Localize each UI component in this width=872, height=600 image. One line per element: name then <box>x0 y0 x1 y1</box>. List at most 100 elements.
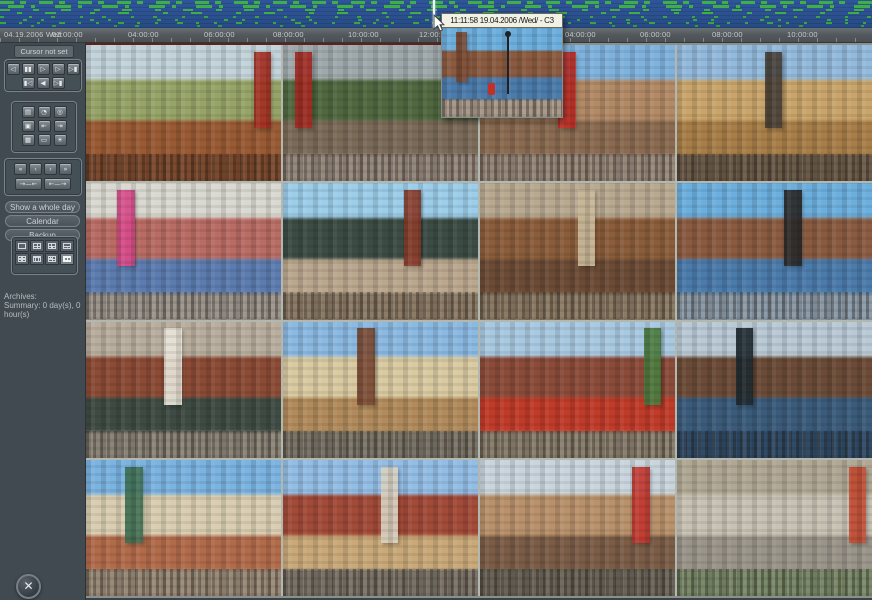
layout-selector <box>15 240 74 265</box>
camera-cell-cam-11[interactable] <box>480 322 675 458</box>
video-out-icon: ◎ <box>57 108 63 116</box>
tools-group: ▤ ◔ ◎ ▣ ⇤ ⇥ ▦ ▭ ☀ <box>11 101 77 153</box>
frame-preview-popup: 11:11:58 19.04.2006 /Wed/ - C3 <box>441 13 563 118</box>
layout-13-icon <box>48 256 56 262</box>
skip-to-start-icon: ▮◁ <box>24 79 33 87</box>
camera-cell-cam-14[interactable] <box>283 460 478 596</box>
ruler-time-label: 02:00:00 <box>52 30 83 39</box>
camera-cell-cam-1[interactable] <box>86 45 281 181</box>
jump-right-button[interactable]: › <box>44 163 57 175</box>
ruler-time-label: 08:00:00 <box>712 30 743 39</box>
video-out-button[interactable]: ◎ <box>54 106 67 118</box>
calendar-button[interactable]: Calendar <box>5 215 80 227</box>
camera-photo <box>283 460 478 596</box>
range-narrow-button[interactable]: →—← <box>15 178 42 190</box>
camera-photo <box>677 322 872 458</box>
jump-left-button[interactable]: ‹ <box>29 163 42 175</box>
layout-16-button[interactable] <box>60 253 74 265</box>
mouse-cursor-icon <box>433 14 445 37</box>
jump-far-left-icon: « <box>19 165 23 173</box>
camera-cell-cam-4[interactable] <box>677 45 872 181</box>
skip-to-end-button[interactable]: ▷▮ <box>52 77 65 89</box>
ruler-time-label: 04:00:00 <box>128 30 159 39</box>
playback-row-2: ▮◁ ◀ ▷▮ <box>5 77 81 89</box>
camera-photo <box>480 183 675 319</box>
camera-cell-cam-16[interactable] <box>677 460 872 596</box>
camera-photo <box>480 460 675 596</box>
cursor-status-label: Cursor not set <box>14 45 74 58</box>
frame-next-button[interactable]: ⇥ <box>54 120 67 132</box>
jump-far-right-icon: » <box>64 165 68 173</box>
layout-8-icon <box>63 243 71 249</box>
camera-cell-cam-5[interactable] <box>86 183 281 319</box>
layout-4-button[interactable] <box>30 240 44 252</box>
layout-10-button[interactable] <box>30 253 44 265</box>
camera-photo <box>86 460 281 596</box>
play-icon: ▷ <box>41 65 46 73</box>
playback-row-1: ◁ ▮▮ ▷ ▷ ▷▮ <box>5 63 81 75</box>
snapshot-button[interactable]: ▤ <box>22 106 35 118</box>
jump-left-icon: ‹ <box>34 165 37 173</box>
camera-cell-cam-6[interactable] <box>283 183 478 319</box>
camera-cell-cam-8[interactable] <box>677 183 872 319</box>
play-fast-icon: ▷ <box>56 65 61 73</box>
lamppost-shape <box>507 35 509 94</box>
brightness-button[interactable]: ☀ <box>54 134 67 146</box>
timeline-activity-row <box>0 5 872 8</box>
jump-far-right-button[interactable]: » <box>59 163 72 175</box>
camera-photo <box>677 45 872 181</box>
layout-1-button[interactable] <box>15 240 29 252</box>
camera-cell-cam-7[interactable] <box>480 183 675 319</box>
layout-6-button[interactable] <box>45 240 59 252</box>
camera-cell-cam-12[interactable] <box>677 322 872 458</box>
layout-9-button[interactable] <box>15 253 29 265</box>
range-widen-button[interactable]: ←—→ <box>44 178 71 190</box>
layout-selector-group <box>11 236 78 275</box>
timeline-activity-row <box>0 9 872 11</box>
show-whole-day-button[interactable]: Show a whole day <box>5 201 80 213</box>
pause-icon: ▮▮ <box>24 65 31 73</box>
frame-prev-icon: ⇤ <box>41 122 46 130</box>
snapshot-icon: ▤ <box>25 108 31 116</box>
camera-photo <box>283 322 478 458</box>
jump-far-left-button[interactable]: « <box>14 163 27 175</box>
osd-button[interactable]: ▭ <box>38 134 51 146</box>
zoom-time-icon: ◔ <box>41 108 47 116</box>
brightness-icon: ☀ <box>57 136 63 144</box>
osd-icon: ▭ <box>41 136 47 144</box>
range-narrow-icon: →—← <box>20 180 37 188</box>
frame-mode-button[interactable]: ▣ <box>22 120 35 132</box>
play-to-end-button[interactable]: ▷▮ <box>67 63 80 75</box>
frame-prev-button[interactable]: ⇤ <box>38 120 51 132</box>
ruler-time-label: 06:00:00 <box>204 30 235 39</box>
layout-9-icon <box>18 256 26 262</box>
frame-next-icon: ⇥ <box>57 122 62 130</box>
camera-photo <box>480 322 675 458</box>
camera-cell-cam-15[interactable] <box>480 460 675 596</box>
print-button[interactable]: ▦ <box>22 134 35 146</box>
camera-cell-cam-13[interactable] <box>86 460 281 596</box>
play-reverse-icon: ◁ <box>11 65 16 73</box>
camera-grid <box>86 43 872 598</box>
close-button[interactable]: ✕ <box>16 574 41 599</box>
play-button[interactable]: ▷ <box>37 63 50 75</box>
tools-row-2: ▣ ⇤ ⇥ <box>12 120 76 132</box>
camera-cell-cam-9[interactable] <box>86 322 281 458</box>
ruler-time-label: 10:00:00 <box>348 30 379 39</box>
step-back-button[interactable]: ◀ <box>37 77 50 89</box>
play-reverse-button[interactable]: ◁ <box>7 63 20 75</box>
dvr-playback-screen: { "timeline": { "tooltip": "11:11:58 19.… <box>0 0 872 600</box>
zoom-time-button[interactable]: ◔ <box>38 106 51 118</box>
camera-cell-cam-10[interactable] <box>283 322 478 458</box>
range-row-1: « ‹ › » <box>5 163 81 175</box>
camera-photo <box>86 322 281 458</box>
play-fast-button[interactable]: ▷ <box>52 63 65 75</box>
layout-13-button[interactable] <box>45 253 59 265</box>
step-back-icon: ◀ <box>41 79 46 87</box>
layout-10-icon <box>33 256 41 262</box>
skip-to-start-button[interactable]: ▮◁ <box>22 77 35 89</box>
jump-right-icon: › <box>49 165 52 173</box>
archives-summary: Archives: Summary: 0 day(s), 0 hour(s) <box>4 292 80 319</box>
pause-button[interactable]: ▮▮ <box>22 63 35 75</box>
layout-8-button[interactable] <box>60 240 74 252</box>
